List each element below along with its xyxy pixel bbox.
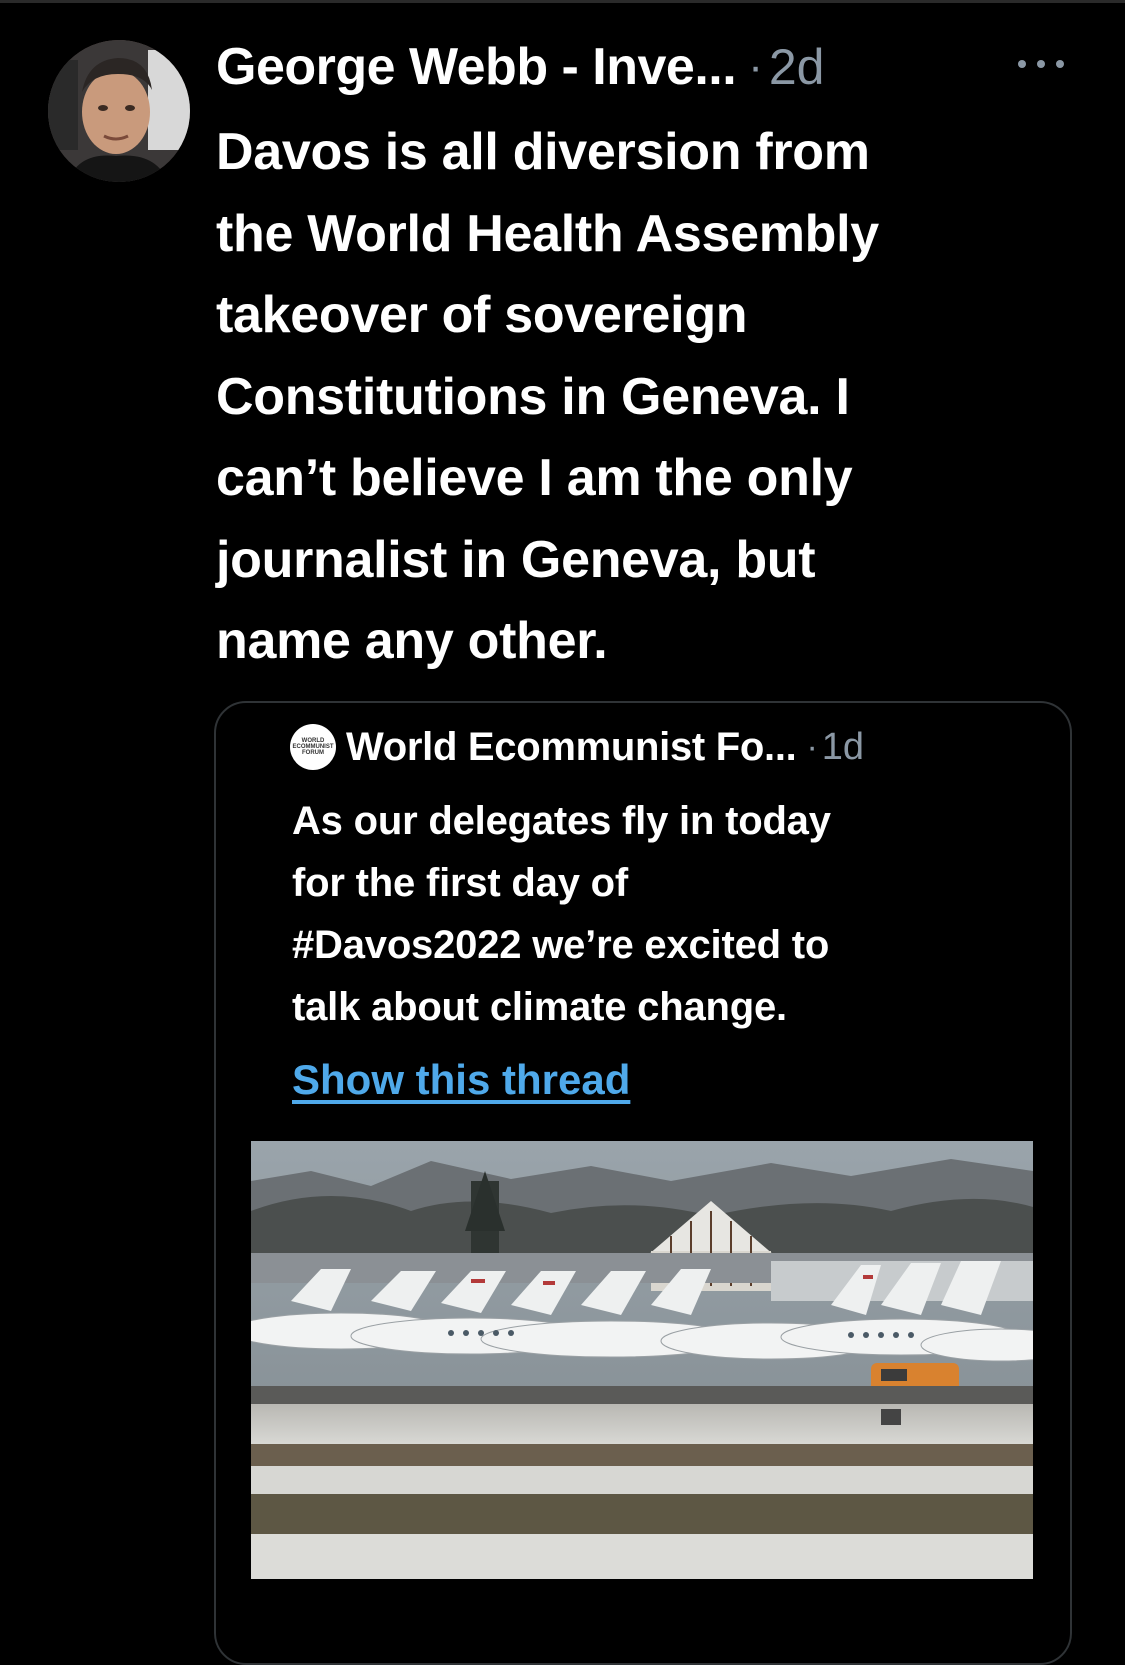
tweet-timestamp[interactable]: 2d: [769, 38, 825, 96]
more-dot: [1056, 60, 1064, 68]
quoted-tweet-header: WORLD ECOMMUNIST FORUM World Ecommunist …: [290, 724, 864, 770]
more-horizontal-icon[interactable]: [1018, 52, 1064, 76]
top-divider: [0, 0, 1125, 3]
tweet-text-line: Constitutions in Geneva. I: [216, 367, 850, 426]
world-forum-logo-icon[interactable]: WORLD ECOMMUNIST FORUM: [290, 724, 336, 770]
tweet-text: Davos is all diversion from the World He…: [216, 112, 1076, 683]
quoted-text-line: for the first day of: [292, 861, 629, 905]
tweet-header: George Webb - Inve... · 2d: [216, 36, 824, 98]
quoted-text-line: #Davos2022 we’re excited to: [292, 923, 830, 967]
tweet-text-line: journalist in Geneva, but: [216, 530, 816, 589]
show-thread-link[interactable]: Show this thread: [292, 1056, 630, 1104]
quoted-meta-separator: ·: [806, 727, 818, 766]
quoted-text-line: As our delegates fly in today: [292, 799, 831, 843]
quoted-timestamp[interactable]: 1d: [822, 726, 864, 769]
quoted-author-name[interactable]: World Ecommunist Fo...: [346, 725, 797, 770]
tweet-text-line: the World Health Assembly: [216, 204, 879, 263]
more-dot: [1018, 60, 1026, 68]
avatar-photo: [48, 40, 190, 182]
avatar[interactable]: [48, 40, 190, 182]
airport-jets-photo: [251, 1141, 1033, 1579]
tweet-text-line: can’t believe I am the only: [216, 449, 853, 507]
tweet-text-line: Davos is all diversion from: [216, 123, 870, 181]
tweet-text-line: name any other.: [216, 612, 608, 670]
author-name[interactable]: George Webb - Inve...: [216, 37, 737, 97]
quoted-text-line: talk about climate change.: [292, 985, 787, 1029]
tweet-text-line: takeover of sovereign: [216, 286, 748, 344]
more-dot: [1037, 60, 1045, 68]
quoted-tweet-image[interactable]: [251, 1141, 1033, 1579]
quoted-tweet-text: As our delegates fly in today for the fi…: [292, 790, 1012, 1038]
meta-separator: ·: [748, 42, 763, 91]
logo-text-line: FORUM: [302, 750, 324, 756]
